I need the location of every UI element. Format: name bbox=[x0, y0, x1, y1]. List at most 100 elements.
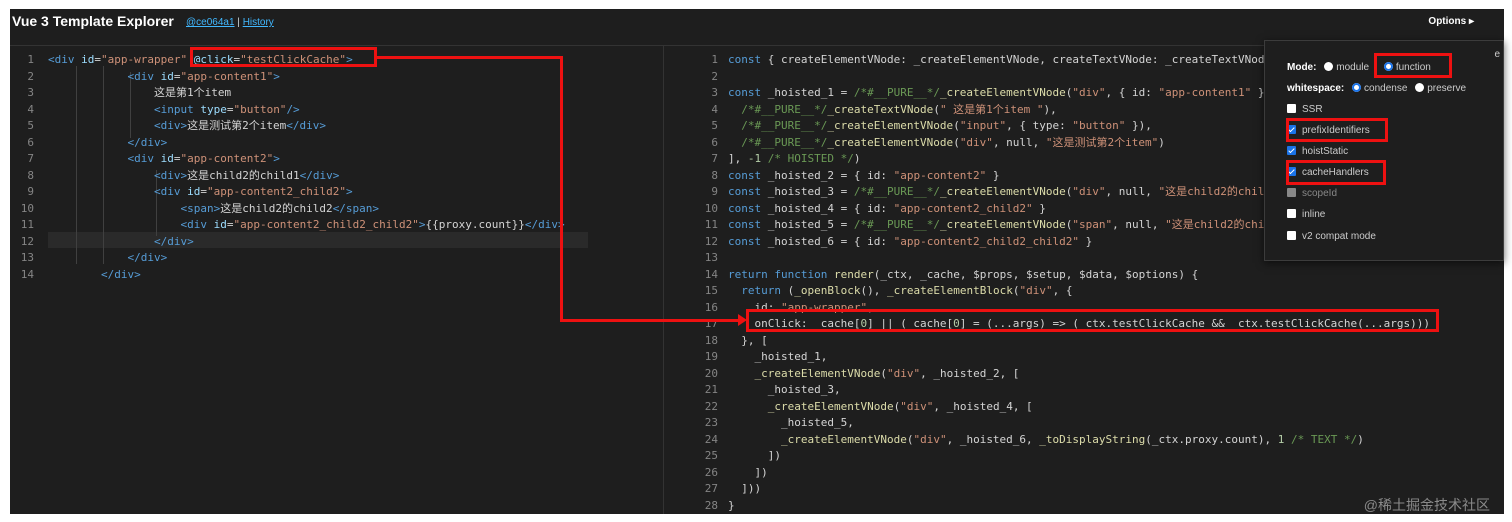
watermark-text: @稀土掘金技术社区 bbox=[1363, 497, 1490, 513]
code-token: "button" bbox=[233, 102, 287, 116]
code-token: /* HOISTED */ bbox=[767, 152, 854, 165]
line-number: 9 bbox=[711, 185, 718, 198]
code-text: ], -1 /* HOISTED */) bbox=[728, 151, 860, 168]
arrow-head bbox=[738, 314, 747, 326]
code-text: </div> bbox=[48, 135, 167, 152]
code-token: <div bbox=[127, 152, 161, 165]
code-token: "这是测试第2个item" bbox=[1045, 135, 1159, 149]
line-number: 1 bbox=[711, 53, 718, 66]
code-token: ], bbox=[728, 152, 748, 165]
code-token: }, [ bbox=[728, 333, 768, 347]
code-text: _createElementVNode("div", _hoisted_2, [ bbox=[728, 366, 1020, 383]
code-line: 23 _hoisted_5, bbox=[664, 415, 1504, 432]
checkbox-label[interactable]: prefixIdentifiers bbox=[1302, 125, 1370, 136]
code-token: /*#__PURE__*/ bbox=[853, 86, 940, 99]
mode-module-radio[interactable] bbox=[1324, 62, 1334, 71]
code-token: _createElementVNode bbox=[780, 432, 907, 446]
clipped-text: e bbox=[1494, 49, 1500, 60]
code-token: _createElementBlock bbox=[886, 284, 1013, 297]
ws-condense-radio[interactable] bbox=[1352, 83, 1362, 92]
code-text: _createElementVNode("div", _hoisted_4, [ bbox=[728, 399, 1033, 416]
template-editor-pane[interactable]: 1 <div id="app-wrapper" @click="testClick… bbox=[10, 46, 662, 514]
arrow-line-horizontal bbox=[377, 56, 562, 59]
line-number: 16 bbox=[704, 300, 718, 314]
checkbox-ssr[interactable]: SSR bbox=[1287, 103, 1323, 117]
checkbox-box[interactable] bbox=[1287, 125, 1296, 134]
code-token: _hoisted_3 = bbox=[761, 185, 854, 198]
code-text: <div id="app-content2"> bbox=[48, 151, 279, 168]
checkbox-label[interactable]: inline bbox=[1302, 209, 1325, 220]
options-toggle-button[interactable]: Options ▸ bbox=[1428, 16, 1474, 27]
code-token: id bbox=[160, 152, 174, 165]
code-token: const bbox=[728, 53, 762, 66]
code-text: 这是第1个item bbox=[48, 85, 231, 102]
code-text: id: "app-wrapper", bbox=[728, 300, 873, 317]
history-link[interactable]: History bbox=[243, 17, 274, 28]
code-text: <div id="app-content1"> bbox=[48, 69, 279, 86]
line-number: 21 bbox=[704, 383, 718, 396]
ws-preserve-label[interactable]: preserve bbox=[1427, 83, 1466, 94]
code-token: return bbox=[728, 267, 768, 281]
line-number: 2 bbox=[711, 69, 718, 83]
line-number: 25 bbox=[704, 449, 718, 462]
line-number: 12 bbox=[704, 234, 718, 248]
code-token: _createElementVNode bbox=[767, 399, 894, 413]
code-token: , { id: bbox=[1105, 86, 1159, 99]
checkbox-box[interactable] bbox=[1287, 209, 1296, 218]
code-text: _createElementVNode("div", _hoisted_6, _… bbox=[728, 432, 1364, 449]
code-token: , null, bbox=[992, 135, 1046, 149]
app-title: Vue 3 Template Explorer bbox=[12, 13, 174, 29]
code-token: </div> bbox=[524, 218, 565, 231]
code-token: id bbox=[213, 218, 227, 231]
mode-function-label[interactable]: function bbox=[1396, 62, 1431, 73]
code-text: return (_openBlock(), _createElementBloc… bbox=[728, 283, 1072, 300]
code-token: > bbox=[346, 185, 353, 198]
code-token: const bbox=[728, 201, 762, 215]
checkbox-cache-handlers[interactable]: cacheHandlers bbox=[1287, 166, 1369, 180]
code-text: return function render(_ctx, _cache, $pr… bbox=[728, 267, 1198, 284]
commit-link[interactable]: @ce064a1 bbox=[186, 17, 235, 28]
arrow-line-vertical bbox=[560, 56, 563, 321]
checkbox-label[interactable]: v2 compat mode bbox=[1302, 231, 1376, 242]
line-number: 10 bbox=[20, 201, 34, 215]
code-token: ] || (_cache[ bbox=[867, 317, 954, 330]
code-token: > bbox=[346, 53, 353, 66]
code-token: ( bbox=[953, 119, 960, 132]
code-token: <div> bbox=[153, 168, 188, 182]
code-token: = bbox=[200, 185, 207, 198]
mode-module-label[interactable]: module bbox=[1336, 62, 1369, 73]
ws-preserve-radio[interactable] bbox=[1415, 83, 1425, 92]
checkbox-label[interactable]: hoistStatic bbox=[1302, 146, 1348, 157]
checkbox-box[interactable] bbox=[1287, 104, 1296, 113]
code-token: "div" bbox=[886, 366, 921, 380]
line-number: 6 bbox=[711, 135, 718, 149]
code-text: const _hoisted_1 = /*#__PURE__*/_createE… bbox=[728, 85, 1284, 102]
code-token: " 这是第1个item " bbox=[939, 102, 1044, 116]
code-token: ])) bbox=[728, 482, 762, 495]
checkbox-v2-compat[interactable]: v2 compat mode bbox=[1287, 230, 1376, 244]
line-number: 23 bbox=[704, 416, 718, 429]
checkbox-label[interactable]: cacheHandlers bbox=[1302, 167, 1369, 178]
code-text: </div> bbox=[48, 267, 141, 284]
code-token: (_ctx.proxy.count), bbox=[1145, 432, 1278, 446]
checkbox-box[interactable] bbox=[1287, 167, 1296, 176]
checkbox-box[interactable] bbox=[1287, 146, 1296, 155]
code-token: ]) bbox=[728, 449, 781, 462]
checkbox-prefix-identifiers[interactable]: prefixIdentifiers bbox=[1287, 124, 1370, 138]
ws-condense-label[interactable]: condense bbox=[1364, 83, 1407, 94]
checkbox-hoist-static[interactable]: hoistStatic bbox=[1287, 145, 1348, 159]
code-text: const _hoisted_4 = { id: "app-content2_c… bbox=[728, 201, 1046, 218]
checkbox-label[interactable]: SSR bbox=[1302, 104, 1323, 115]
code-text: /*#__PURE__*/_createElementVNode("div", … bbox=[728, 135, 1165, 152]
code-token: "div" bbox=[1019, 284, 1053, 297]
checkbox-box[interactable] bbox=[1287, 231, 1296, 240]
checkbox-inline[interactable]: inline bbox=[1287, 208, 1325, 222]
code-line: 11 <div id="app-content2_child2_child2">… bbox=[10, 217, 662, 234]
line-number: 4 bbox=[711, 102, 718, 116]
mode-function-radio[interactable] bbox=[1383, 62, 1393, 71]
